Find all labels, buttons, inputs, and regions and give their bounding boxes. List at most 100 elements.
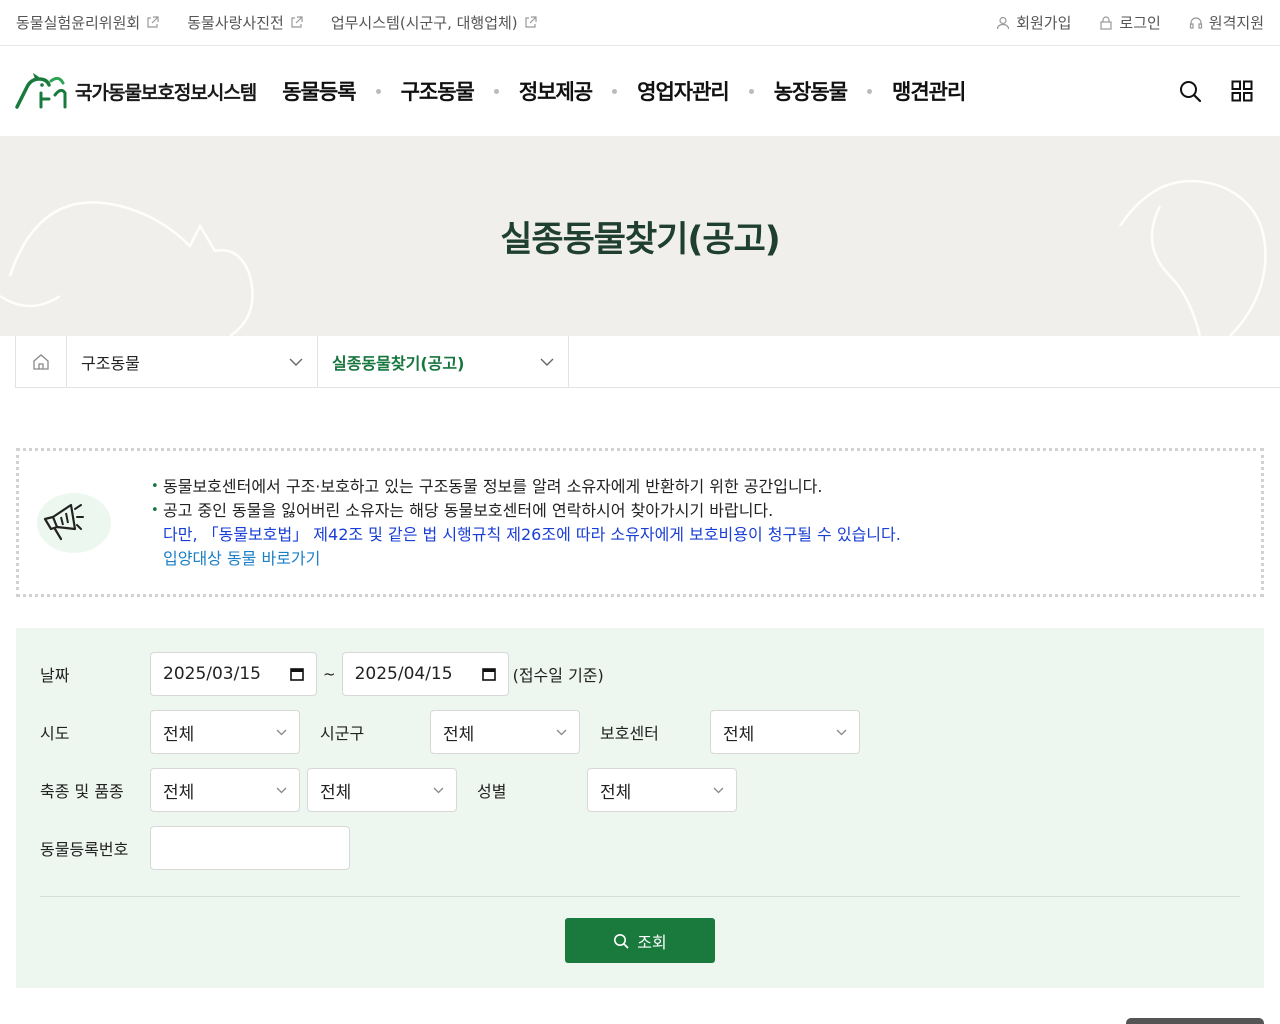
nav-divider [748, 88, 754, 94]
nav-item-farm-animals[interactable]: 농장동물 [770, 76, 851, 106]
search-icon [1180, 81, 1202, 103]
nav-item-rescued-animals[interactable]: 구조동물 [397, 76, 478, 106]
search-icon [614, 933, 629, 948]
main-header: 국가동물보호정보시스템 동물등록 구조동물 정보제공 영업자관리 농장동물 맹견… [0, 46, 1280, 136]
search-form: 날짜 2025/03/15 ~ 2025/04/15 (접수일 기준) 시도 전… [16, 628, 1264, 988]
sex-select[interactable]: 전체 [587, 768, 737, 812]
grid-menu-icon [1231, 80, 1253, 102]
headset-icon [1189, 16, 1203, 30]
breadcrumb-level1-select[interactable]: 구조동물 [67, 336, 318, 387]
date-from-input[interactable]: 2025/03/15 [150, 652, 317, 696]
sigungu-label: 시군구 [320, 724, 365, 743]
utility-bar: 동물실험윤리위원회 동물사랑사진전 업무시스템(시군구, 대행업체) 회원가입 … [0, 0, 1280, 46]
region-row: 시도 전체 시군구 전체 보호센터 전체 [40, 710, 1240, 754]
sex-label: 성별 [477, 782, 507, 801]
chevron-down-icon [433, 787, 444, 793]
chevron-down-icon [540, 358, 554, 366]
species-label: 축종 및 품종 [40, 782, 124, 801]
species-select[interactable]: 전체 [150, 768, 300, 812]
notice-list: 동물보호센터에서 구조·보호하고 있는 구조동물 정보를 알려 소유자에게 반환… [151, 475, 901, 571]
notice-line: 동물보호센터에서 구조·보호하고 있는 구조동물 정보를 알려 소유자에게 반환… [151, 475, 901, 499]
util-link-photo-contest[interactable]: 동물사랑사진전 [187, 12, 303, 33]
date-from-value: 2025/03/15 [163, 664, 261, 684]
center-select[interactable]: 전체 [710, 710, 860, 754]
regno-input[interactable] [150, 826, 350, 870]
breed-select[interactable]: 전체 [307, 768, 457, 812]
species-value: 전체 [163, 782, 195, 803]
chevron-down-icon [276, 787, 287, 793]
logo-mark-icon [15, 73, 67, 109]
breadcrumb-home[interactable] [15, 336, 67, 387]
megaphone-icon [43, 503, 84, 540]
form-divider [40, 896, 1240, 897]
nav-item-registration[interactable]: 동물등록 [278, 76, 359, 106]
user-icon [996, 16, 1010, 30]
breadcrumb-level1-label: 구조동물 [81, 353, 140, 373]
util-link-work-system[interactable]: 업무시스템(시군구, 대행업체) [331, 12, 537, 33]
cat-illustration-icon [0, 201, 254, 336]
util-link-label: 동물사랑사진전 [187, 14, 284, 32]
chevron-down-icon [713, 787, 724, 793]
floating-button-edge[interactable] [1126, 1018, 1264, 1024]
breadcrumb-level2-label: 실종동물찾기(공고) [332, 353, 465, 373]
search-submit-button[interactable]: 조회 [565, 918, 715, 963]
external-link-icon [524, 16, 537, 29]
sex-value: 전체 [600, 782, 632, 803]
nav-divider [375, 88, 381, 94]
nav-divider [867, 88, 873, 94]
date-to-value: 2025/04/15 [354, 664, 453, 684]
breadcrumb-level2-select[interactable]: 실종동물찾기(공고) [318, 336, 569, 387]
date-to-input[interactable]: 2025/04/15 [341, 652, 509, 696]
breed-value: 전체 [320, 782, 352, 803]
util-link-label: 동물실험윤리위원회 [16, 14, 141, 32]
sido-label: 시도 [40, 724, 70, 743]
chevron-down-icon [556, 729, 567, 735]
calendar-icon [290, 668, 304, 681]
calendar-icon [481, 668, 496, 681]
center-label: 보호센터 [600, 724, 659, 743]
nav-divider [612, 88, 618, 94]
global-nav: 동물등록 구조동물 정보제공 영업자관리 농장동물 맹견관리 [278, 76, 969, 106]
signup-link[interactable]: 회원가입 [996, 12, 1071, 33]
chevron-down-icon [836, 729, 847, 735]
sigungu-select[interactable]: 전체 [430, 710, 580, 754]
nav-item-dangerous-dogs[interactable]: 맹견관리 [888, 76, 969, 106]
sido-select[interactable]: 전체 [150, 710, 300, 754]
nav-divider [493, 88, 499, 94]
sido-value: 전체 [163, 724, 195, 745]
dog-illustration-icon [1118, 179, 1267, 336]
date-separator: ~ [323, 665, 336, 683]
sigungu-value: 전체 [443, 724, 475, 745]
page-hero: 실종동물찾기(공고) [0, 136, 1280, 336]
chevron-down-icon [276, 729, 287, 735]
nav-item-business[interactable]: 영업자관리 [633, 76, 733, 106]
nav-item-information[interactable]: 정보제공 [515, 76, 596, 106]
date-label: 날짜 [40, 666, 70, 685]
home-icon [33, 353, 49, 370]
remote-support-link[interactable]: 원격지원 [1189, 12, 1264, 33]
logo-text: 국가동물보호정보시스템 [75, 81, 257, 104]
breadcrumb: 구조동물 실종동물찾기(공고) [15, 336, 1280, 388]
notice-icon-wrap [37, 492, 111, 553]
notice-line: 공고 중인 동물을 잃어버린 소유자는 해당 동물보호센터에 연락하시어 찾아가… [151, 499, 901, 523]
page-title: 실종동물찾기(공고) [500, 219, 781, 260]
date-hint: (접수일 기준) [512, 666, 604, 685]
signup-label: 회원가입 [1016, 14, 1072, 32]
external-link-icon [146, 16, 159, 29]
sitemap-button[interactable] [1229, 78, 1255, 104]
site-logo[interactable]: 국가동물보호정보시스템 [15, 73, 257, 109]
regno-label: 동물등록번호 [40, 840, 129, 859]
external-link-icon [290, 16, 303, 29]
remote-support-label: 원격지원 [1208, 14, 1264, 32]
center-value: 전체 [723, 724, 755, 745]
notice-box: 동물보호센터에서 구조·보호하고 있는 구조동물 정보를 알려 소유자에게 반환… [16, 448, 1264, 597]
login-link[interactable]: 로그인 [1099, 12, 1161, 33]
util-link-label: 업무시스템(시군구, 대행업체) [330, 14, 518, 32]
adoption-link[interactable]: 입양대상 동물 바로가기 [153, 547, 901, 571]
search-button[interactable] [1177, 78, 1203, 104]
chevron-down-icon [289, 358, 303, 366]
regno-row: 동물등록번호 [40, 826, 1240, 870]
login-label: 로그인 [1119, 14, 1161, 32]
species-row: 축종 및 품종 전체 전체 성별 전체 [40, 768, 1240, 812]
util-link-ethics[interactable]: 동물실험윤리위원회 [16, 12, 159, 33]
